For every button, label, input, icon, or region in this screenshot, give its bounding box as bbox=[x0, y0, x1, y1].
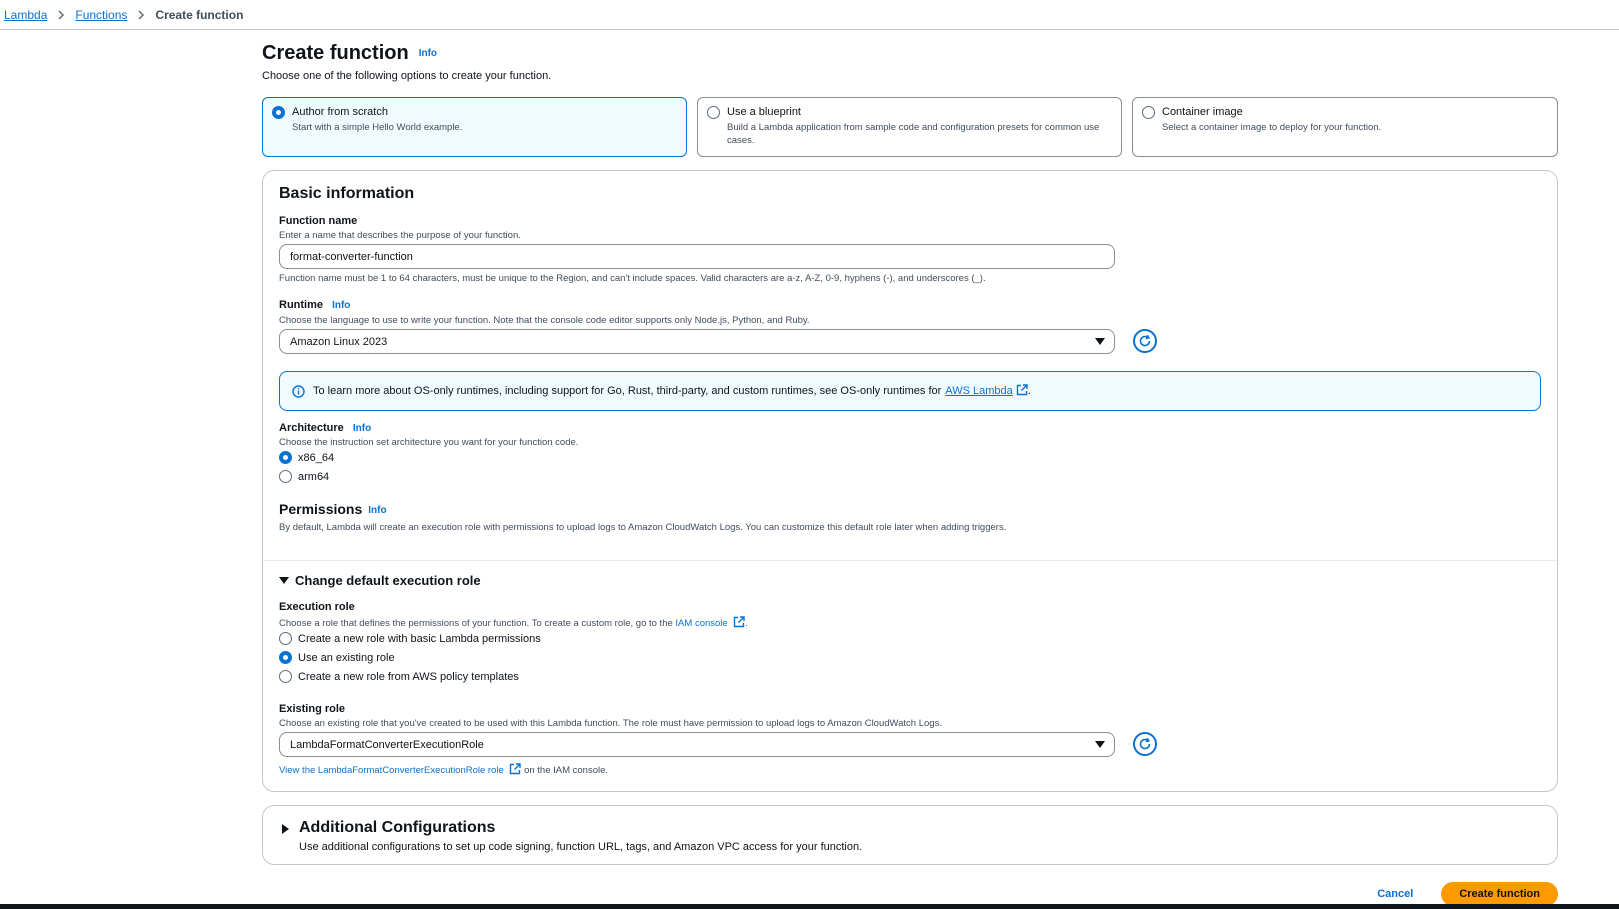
info-link[interactable]: Info bbox=[332, 300, 350, 311]
permissions-title: Permissions bbox=[279, 501, 363, 517]
runtime-value: Amazon Linux 2023 bbox=[290, 335, 388, 348]
function-name-input[interactable]: format-converter-function bbox=[279, 244, 1115, 269]
architecture-label: Architecture Info bbox=[279, 422, 371, 434]
option-title: Author from scratch bbox=[292, 106, 388, 118]
bottom-bar bbox=[0, 904, 1619, 909]
caret-right-icon bbox=[282, 824, 289, 834]
chevron-right-icon bbox=[57, 10, 65, 20]
option-author-from-scratch[interactable]: Author from scratch Start with a simple … bbox=[262, 97, 687, 157]
role-option-policy-templates[interactable]: Create a new role from AWS policy templa… bbox=[279, 670, 519, 683]
additional-configurations-card[interactable]: Additional Configurations Use additional… bbox=[262, 805, 1558, 865]
architecture-label-text: Architecture bbox=[279, 422, 344, 434]
runtime-select[interactable]: Amazon Linux 2023 bbox=[279, 329, 1115, 354]
option-label: Create a new role from AWS policy templa… bbox=[298, 670, 519, 683]
option-label: x86_64 bbox=[298, 451, 335, 464]
runtime-label-text: Runtime bbox=[279, 299, 323, 311]
change-role-title: Change default execution role bbox=[295, 573, 481, 588]
view-role-line: View the LambdaFormatConverterExecutionR… bbox=[279, 763, 608, 778]
existing-role-desc: Choose an existing role that you've crea… bbox=[279, 718, 942, 729]
caret-down-icon bbox=[279, 577, 289, 584]
option-use-blueprint[interactable]: Use a blueprint Build a Lambda applicati… bbox=[697, 97, 1122, 157]
radio-selected-icon[interactable] bbox=[279, 651, 292, 664]
aws-lambda-link[interactable]: AWS Lambda bbox=[945, 385, 1012, 397]
header-divider bbox=[0, 29, 1619, 30]
architecture-option-arm64[interactable]: arm64 bbox=[279, 470, 329, 483]
basic-information-card: Basic information Function name Enter a … bbox=[262, 170, 1558, 792]
runtime-desc: Choose the language to use to write your… bbox=[279, 315, 810, 326]
option-label: Create a new role with basic Lambda perm… bbox=[298, 632, 541, 645]
external-link-icon bbox=[509, 763, 522, 778]
section-divider bbox=[263, 560, 1557, 561]
permissions-desc: By default, Lambda will create an execut… bbox=[279, 522, 1007, 533]
execution-role-desc-text: Choose a role that defines the permissio… bbox=[279, 618, 673, 629]
role-option-existing[interactable]: Use an existing role bbox=[279, 651, 395, 664]
option-title: Container image bbox=[1162, 106, 1243, 118]
function-name-label: Function name bbox=[279, 215, 358, 227]
radio-icon[interactable] bbox=[707, 106, 720, 119]
additional-config-title: Additional Configurations bbox=[299, 819, 496, 836]
page-title: Create function Info bbox=[262, 42, 437, 65]
option-label: Use an existing role bbox=[298, 651, 395, 664]
radio-icon[interactable] bbox=[279, 470, 292, 483]
iam-console-link[interactable]: IAM console bbox=[675, 618, 727, 629]
option-label: arm64 bbox=[298, 470, 330, 483]
execution-role-desc: Choose a role that defines the permissio… bbox=[279, 616, 748, 631]
breadcrumb-lambda[interactable]: Lambda bbox=[4, 8, 47, 22]
info-link[interactable]: Info bbox=[353, 423, 371, 434]
chevron-right-icon bbox=[137, 10, 145, 20]
refresh-icon[interactable] bbox=[1133, 329, 1157, 353]
cancel-button[interactable]: Cancel bbox=[1377, 888, 1413, 900]
breadcrumb: Lambda Functions Create function bbox=[4, 6, 243, 24]
external-link-icon bbox=[1016, 383, 1028, 399]
radio-selected-icon[interactable] bbox=[272, 106, 285, 119]
breadcrumb-current: Create function bbox=[155, 8, 244, 22]
info-link[interactable]: Info bbox=[368, 505, 386, 516]
existing-role-value: LambdaFormatConverterExecutionRole bbox=[290, 738, 484, 751]
architecture-option-x86[interactable]: x86_64 bbox=[279, 451, 334, 464]
refresh-icon[interactable] bbox=[1133, 732, 1157, 756]
breadcrumb-functions[interactable]: Functions bbox=[75, 8, 127, 22]
page-subtitle: Choose one of the following options to c… bbox=[262, 70, 552, 82]
radio-selected-icon[interactable] bbox=[279, 451, 292, 464]
architecture-desc: Choose the instruction set architecture … bbox=[279, 437, 579, 448]
radio-icon[interactable] bbox=[279, 632, 292, 645]
existing-role-label: Existing role bbox=[279, 703, 346, 715]
runtime-label: Runtime Info bbox=[279, 299, 350, 311]
radio-icon[interactable] bbox=[1142, 106, 1155, 119]
execution-role-label: Execution role bbox=[279, 601, 355, 613]
function-name-constraint: Function name must be 1 to 64 characters… bbox=[279, 273, 986, 284]
option-desc: Select a container image to deploy for y… bbox=[1162, 122, 1382, 133]
option-container-image[interactable]: Container image Select a container image… bbox=[1132, 97, 1558, 157]
external-link-icon bbox=[733, 616, 746, 631]
info-circle-icon bbox=[292, 384, 305, 398]
option-desc: Build a Lambda application from sample c… bbox=[727, 122, 1100, 146]
alert-suffix: . bbox=[1027, 385, 1031, 397]
change-role-toggle[interactable]: Change default execution role bbox=[279, 573, 481, 588]
info-alert: To learn more about OS-only runtimes, in… bbox=[279, 371, 1541, 411]
permissions-heading: Permissions Info bbox=[279, 501, 387, 517]
view-role-link[interactable]: View the LambdaFormatConverterExecutionR… bbox=[279, 765, 504, 776]
option-desc: Start with a simple Hello World example. bbox=[292, 122, 463, 133]
function-name-desc: Enter a name that describes the purpose … bbox=[279, 230, 521, 241]
card-title: Basic information bbox=[279, 185, 415, 202]
caret-down-icon bbox=[1095, 741, 1105, 748]
role-option-new-basic[interactable]: Create a new role with basic Lambda perm… bbox=[279, 632, 541, 645]
info-link[interactable]: Info bbox=[419, 48, 437, 59]
option-title: Use a blueprint bbox=[727, 106, 801, 118]
additional-config-desc: Use additional configurations to set up … bbox=[299, 841, 863, 853]
create-function-button[interactable]: Create function bbox=[1441, 882, 1558, 906]
execution-role-desc-suffix: . bbox=[745, 618, 748, 629]
alert-text: To learn more about OS-only runtimes, in… bbox=[313, 385, 942, 397]
form-actions: Cancel Create function bbox=[1377, 882, 1558, 906]
existing-role-select[interactable]: LambdaFormatConverterExecutionRole bbox=[279, 732, 1115, 757]
page-title-text: Create function bbox=[262, 42, 409, 64]
view-role-suffix: on the IAM console. bbox=[524, 765, 609, 776]
caret-down-icon bbox=[1095, 338, 1105, 345]
radio-icon[interactable] bbox=[279, 670, 292, 683]
creation-options: Author from scratch Start with a simple … bbox=[262, 97, 1558, 157]
